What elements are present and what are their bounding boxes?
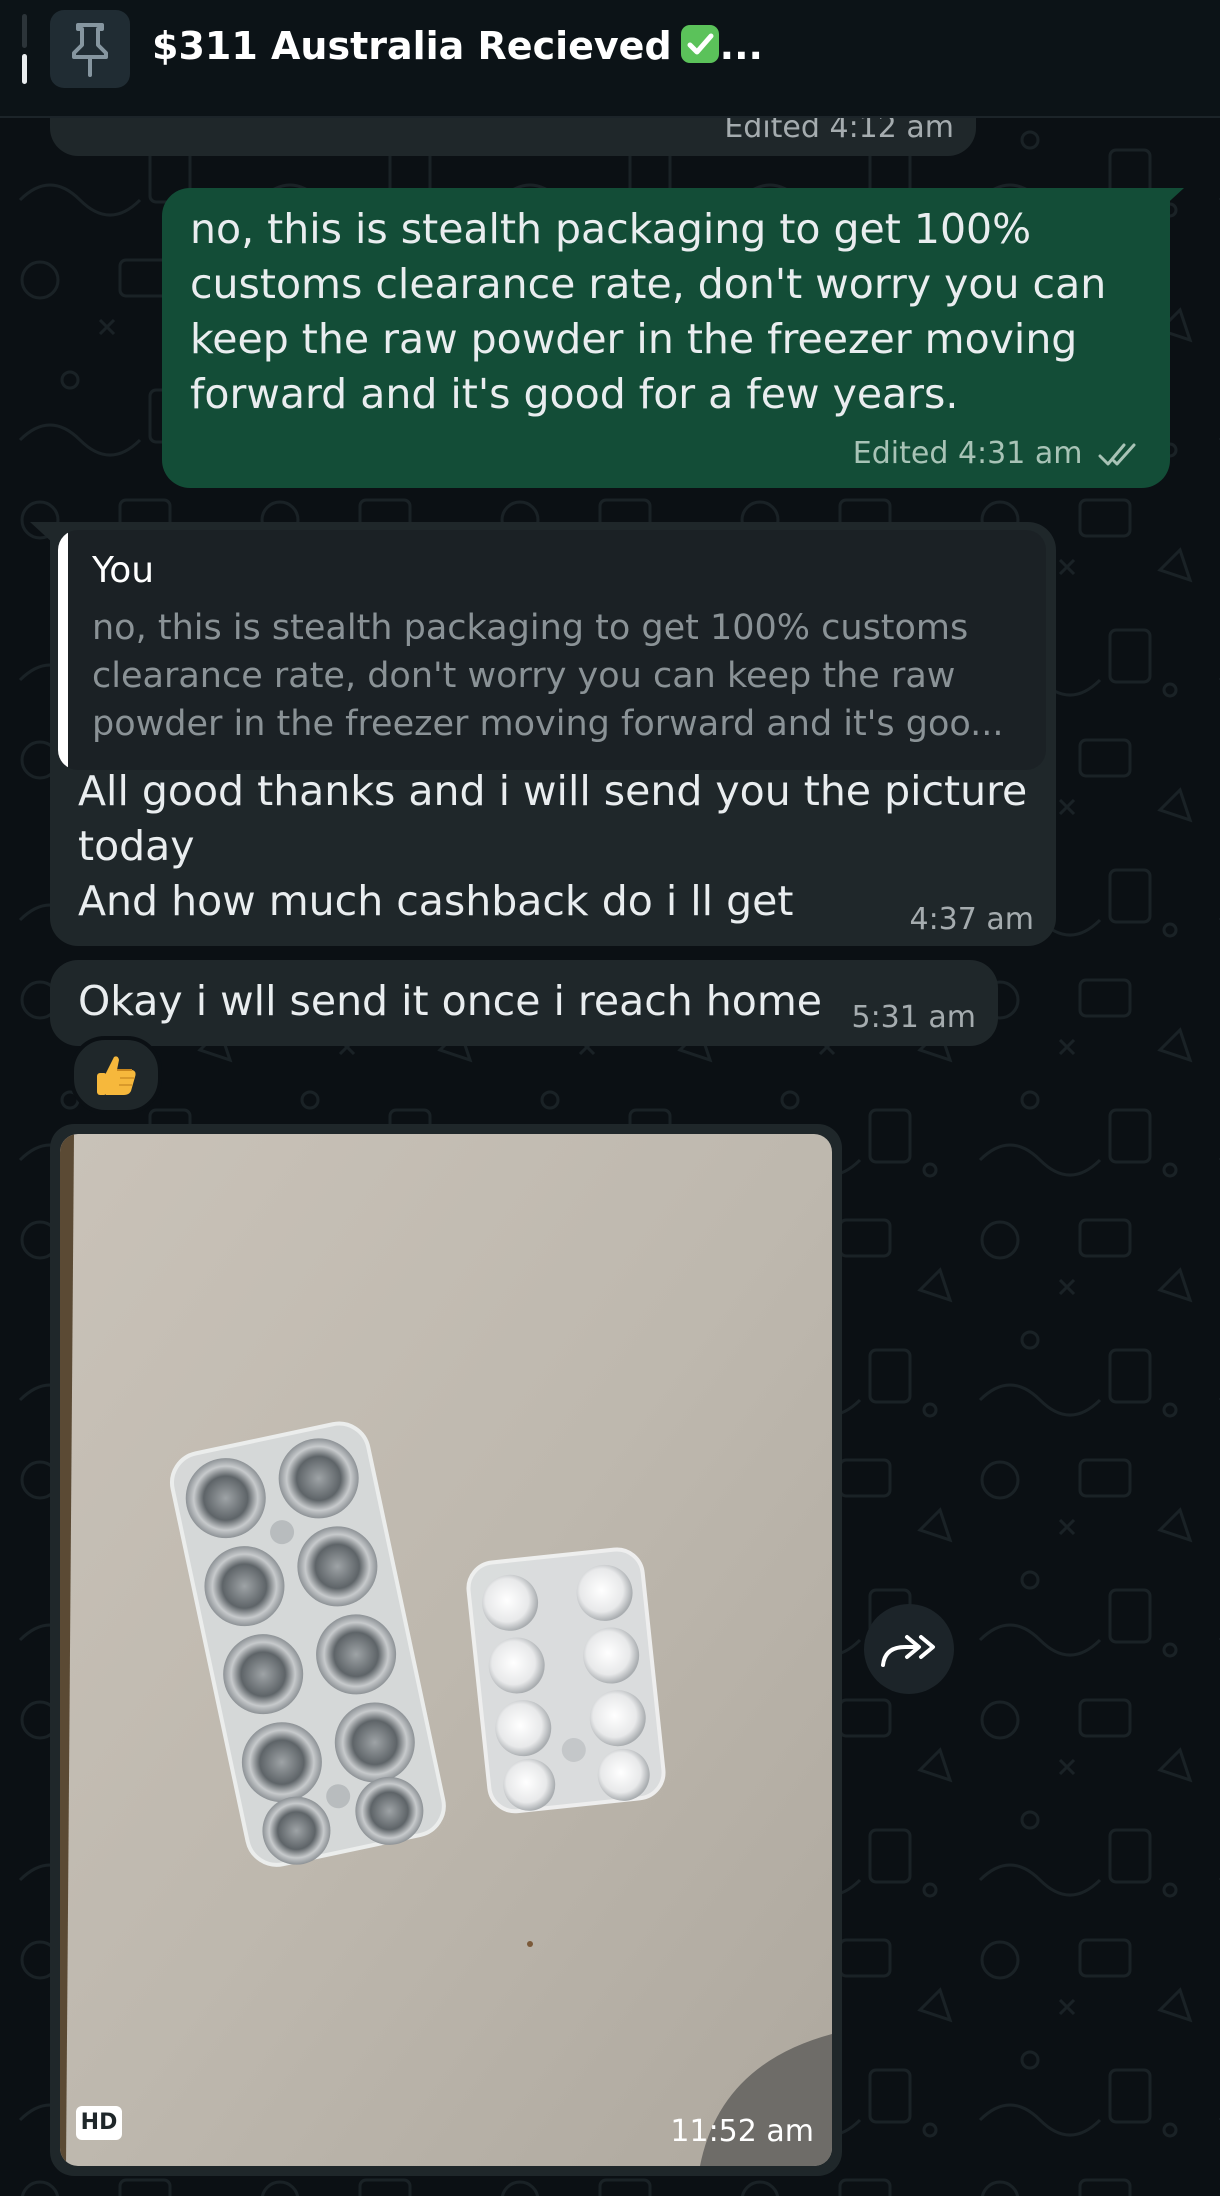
pinned-message-title: $311 Australia Recieved...: [152, 24, 763, 68]
quoted-message[interactable]: You no, this is stealth packaging to get…: [58, 530, 1046, 770]
message-time: 11:52 am: [670, 2114, 814, 2149]
forward-button[interactable]: [864, 1604, 954, 1694]
check-mark-button-emoji: [680, 25, 719, 63]
message-text: Okay i wll send it once i reach home: [78, 977, 823, 1025]
message-text: All good thanks and i will send you the …: [78, 764, 1038, 929]
quote-author: You: [92, 550, 155, 591]
quote-text: no, this is stealth packaging to get 100…: [92, 608, 1004, 744]
double-check-icon: [1098, 443, 1136, 466]
thumbs-up-reaction[interactable]: [70, 1036, 162, 1114]
quote-accent-bar: [58, 530, 68, 770]
message-text-line: All good thanks and i will send you the …: [78, 767, 1028, 870]
message-time: 5:31 am: [851, 1000, 976, 1035]
message-time: 4:37 am: [909, 902, 1034, 937]
hd-badge: HD: [76, 2106, 122, 2140]
pinned-message-bar[interactable]: $311 Australia Recieved...: [0, 0, 1220, 118]
message-photo[interactable]: [60, 1134, 832, 2166]
incoming-image-message[interactable]: HD 11:52 am: [50, 1124, 842, 2176]
pin-indicator: [22, 14, 27, 84]
message-text: no, this is stealth packaging to get 100…: [190, 205, 1107, 418]
outgoing-message-bubble[interactable]: no, this is stealth packaging to get 100…: [162, 188, 1170, 488]
forward-icon: [881, 1635, 935, 1667]
message-meta: Edited 4:31 am: [853, 436, 1144, 471]
incoming-message-bubble[interactable]: Okay i wll send it once i reach home 5:3…: [50, 960, 998, 1046]
incoming-reply-bubble[interactable]: You no, this is stealth packaging to get…: [50, 522, 1056, 946]
message-text-line: And how much cashback do i ll get: [78, 877, 794, 925]
thumbs-up-icon: [97, 1056, 136, 1095]
pin-icon[interactable]: [50, 10, 130, 88]
